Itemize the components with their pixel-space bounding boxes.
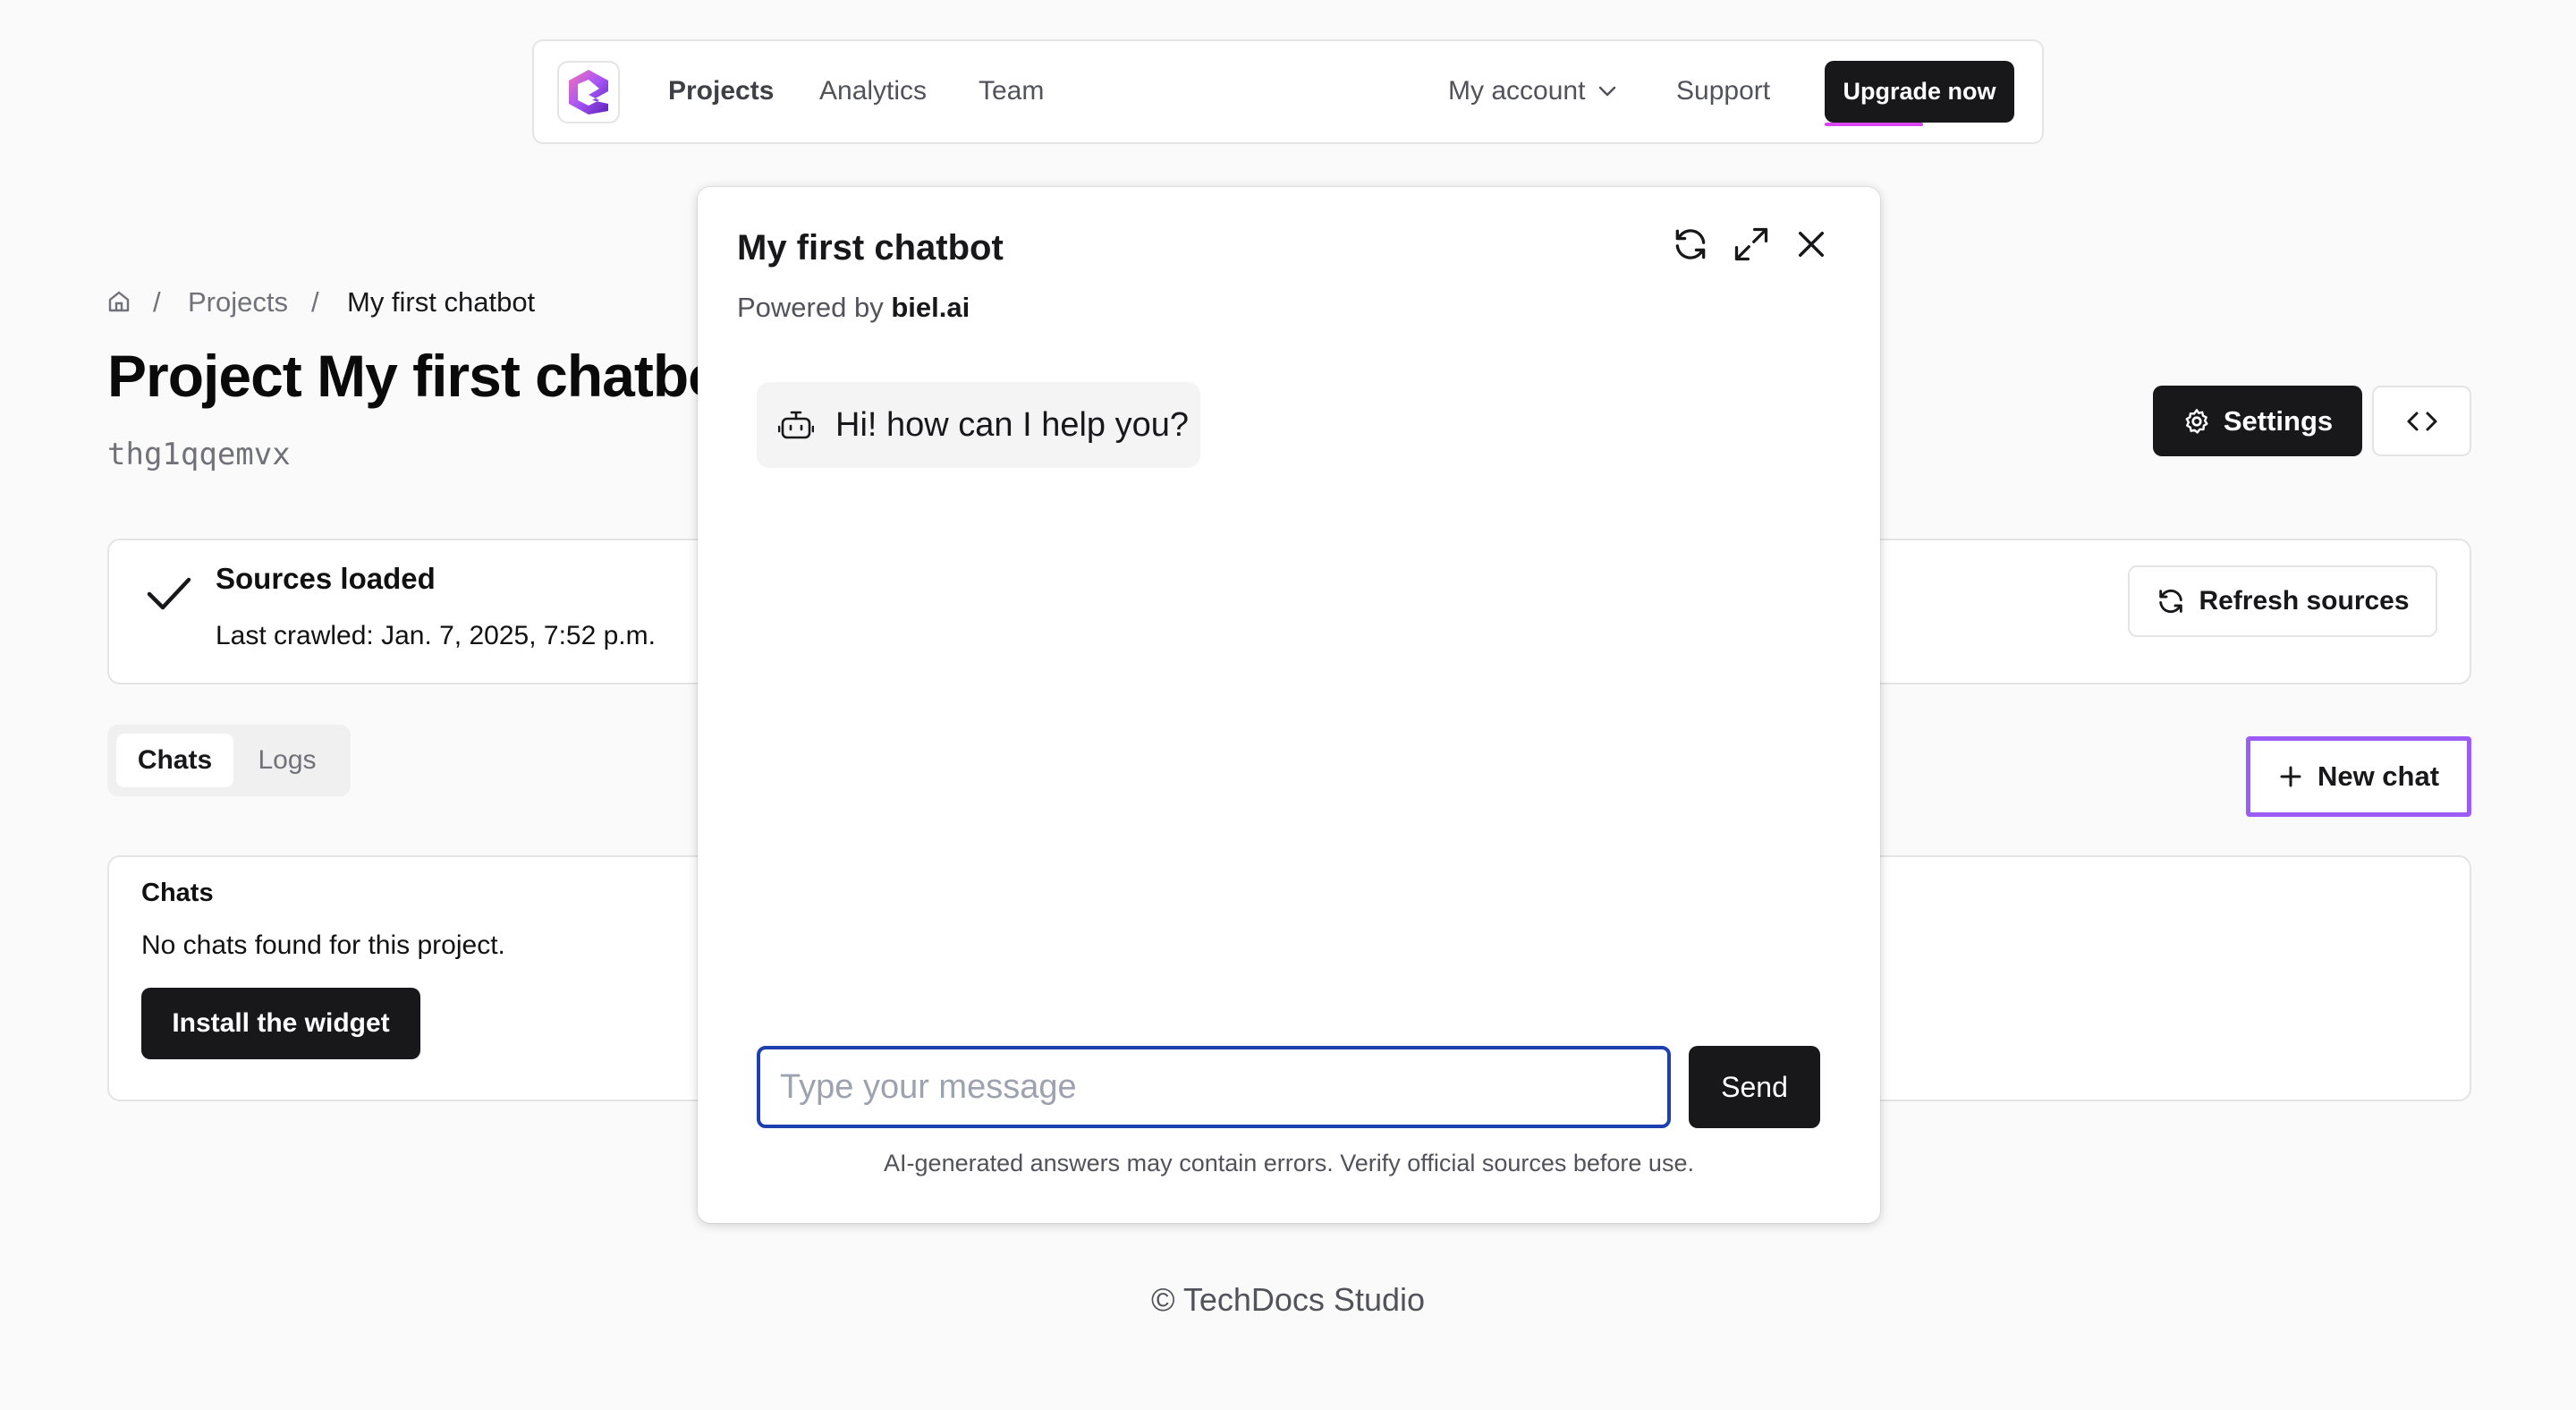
breadcrumb-separator: /: [311, 286, 319, 318]
brand-logo[interactable]: [557, 61, 620, 123]
project-id: thg1qqemvx: [107, 437, 291, 472]
chevron-down-icon: [1599, 86, 1616, 97]
settings-label: Settings: [2223, 404, 2334, 437]
top-navbar: Projects Analytics Team My account Suppo…: [532, 39, 2044, 144]
refresh-icon: [2159, 589, 2183, 614]
upgrade-accent-bar: [1825, 123, 1923, 126]
footer-copyright: © TechDocs Studio: [1150, 1281, 1426, 1318]
chat-widget-modal: My first chatbot Powered by biel.ai Hi! …: [698, 187, 1880, 1223]
my-account-label: My account: [1448, 76, 1586, 106]
refresh-sources-button[interactable]: Refresh sources: [2128, 565, 2437, 637]
logo-icon: [569, 70, 608, 115]
sources-status: Sources loaded: [216, 562, 436, 595]
check-icon: [147, 577, 191, 610]
bot-icon: [778, 411, 814, 439]
empty-state-text: No chats found for this project.: [141, 930, 505, 960]
breadcrumb-current: My first chatbot: [347, 286, 536, 318]
nav-link-support[interactable]: Support: [1676, 73, 1770, 109]
bot-greeting-message: Hi! how can I help you?: [757, 382, 1200, 468]
upgrade-now-button[interactable]: Upgrade now: [1825, 61, 2014, 123]
home-icon[interactable]: [107, 289, 131, 314]
page-title: Project My first chatbot: [107, 343, 742, 409]
greeting-text: Hi! how can I help you?: [835, 405, 1190, 444]
code-icon: [2407, 412, 2436, 430]
nav-link-team[interactable]: Team: [979, 73, 1044, 109]
chats-heading: Chats: [141, 879, 214, 907]
refresh-sources-label: Refresh sources: [2199, 586, 2410, 616]
gear-icon: [2185, 408, 2208, 434]
install-widget-button[interactable]: Install the widget: [141, 988, 420, 1059]
ai-disclaimer: AI-generated answers may contain errors.…: [884, 1150, 1694, 1176]
embed-code-button[interactable]: [2372, 386, 2471, 456]
powered-by-brand[interactable]: biel.ai: [891, 292, 970, 323]
new-chat-button[interactable]: New chat: [2246, 736, 2471, 817]
tab-chats[interactable]: Chats: [116, 734, 233, 787]
nav-link-analytics[interactable]: Analytics: [819, 73, 927, 109]
expand-icon[interactable]: [1732, 225, 1771, 264]
breadcrumb-projects[interactable]: Projects: [188, 285, 288, 320]
last-crawled-text: Last crawled: Jan. 7, 2025, 7:52 p.m.: [216, 621, 656, 650]
tab-logs[interactable]: Logs: [233, 734, 341, 787]
plus-icon: [2280, 766, 2301, 787]
my-account-dropdown[interactable]: My account: [1448, 73, 1617, 109]
send-button[interactable]: Send: [1689, 1046, 1820, 1128]
powered-by: Powered by biel.ai: [737, 292, 970, 324]
message-input[interactable]: [757, 1046, 1671, 1128]
breadcrumb-separator: /: [153, 286, 161, 318]
powered-by-prefix: Powered by: [737, 292, 884, 323]
nav-link-projects[interactable]: Projects: [668, 73, 774, 109]
refresh-icon[interactable]: [1671, 225, 1710, 264]
settings-button[interactable]: Settings: [2153, 386, 2362, 456]
close-icon[interactable]: [1792, 225, 1830, 263]
chats-logs-tabs: Chats Logs: [107, 725, 351, 796]
chat-widget-title: My first chatbot: [737, 228, 1004, 268]
new-chat-label: New chat: [2317, 760, 2440, 792]
